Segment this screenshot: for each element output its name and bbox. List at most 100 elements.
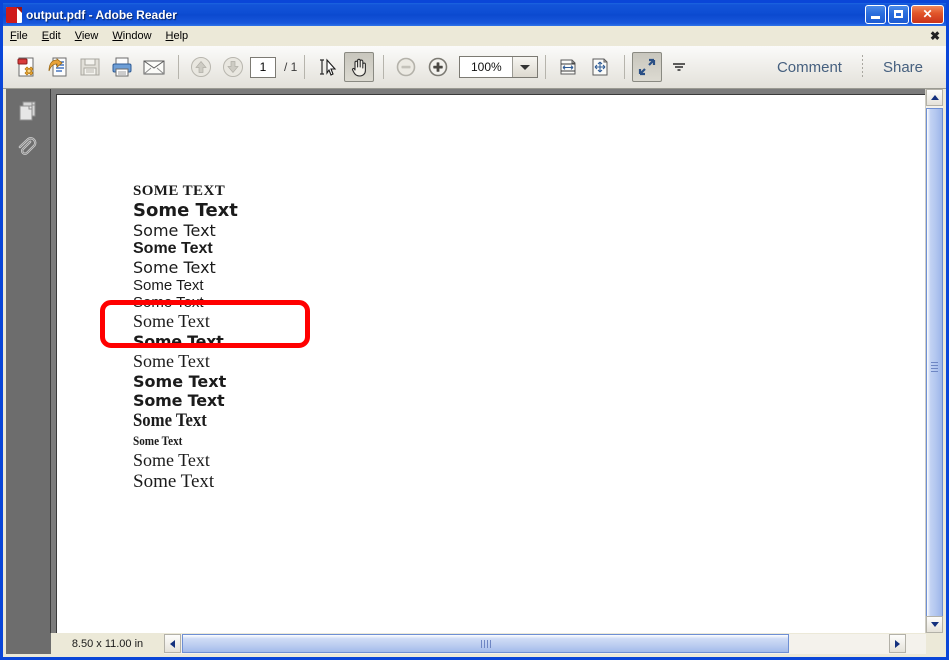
document-viewer[interactable]: SOME TEXT Some Text Some Text Some Text …: [51, 89, 926, 633]
window-title: output.pdf - Adobe Reader: [26, 8, 177, 22]
document-line: Some Text: [133, 332, 916, 351]
toolbar-separator: [624, 55, 625, 79]
toolbar-separator: [383, 55, 384, 79]
menu-window[interactable]: Window: [105, 28, 158, 44]
document-line: Some Text: [133, 294, 916, 311]
fit-width-icon: [557, 56, 579, 78]
vertical-scrollbar[interactable]: [925, 89, 943, 633]
horizontal-scroll-thumb[interactable]: [182, 634, 789, 653]
page-number-input[interactable]: 1: [250, 57, 276, 78]
scrollbar-grip: [481, 640, 491, 648]
document-line: Some Text: [133, 258, 916, 277]
document-line: Some Text: [133, 221, 916, 240]
page-total-label: / 1: [284, 60, 297, 74]
document-line-text: Some Text: [133, 433, 182, 449]
scrollbar-grip: [931, 360, 938, 374]
zoom-in-button[interactable]: [423, 52, 453, 82]
page-size-label: 8.50 x 11.00 in: [51, 634, 164, 654]
arrow-down-circle-icon: [222, 56, 244, 78]
document-line: SOME TEXT: [133, 183, 916, 200]
zoom-level-value[interactable]: 100%: [460, 57, 512, 77]
save-button[interactable]: [75, 52, 105, 82]
scroll-up-button[interactable]: [926, 89, 943, 106]
document-line: Some Text: [133, 410, 916, 432]
status-bar: [6, 633, 51, 654]
envelope-icon: [142, 55, 166, 79]
printer-icon: [110, 55, 134, 79]
zoom-dropdown-button[interactable]: [512, 57, 537, 77]
triangle-left-icon: [170, 640, 175, 648]
close-document-icon[interactable]: ✖: [930, 29, 940, 43]
select-tool-button[interactable]: [312, 52, 342, 82]
create-pdf-icon: [14, 55, 38, 79]
fit-page-icon: [589, 56, 611, 78]
page-thumbnails-icon: [15, 98, 41, 124]
navigation-pane: [6, 89, 51, 633]
menu-help[interactable]: Help: [159, 28, 196, 44]
hand-tool-button[interactable]: [344, 52, 374, 82]
pdf-document-icon: [6, 7, 22, 23]
read-mode-button[interactable]: [632, 52, 662, 82]
plus-circle-icon: [427, 56, 449, 78]
paperclip-icon: [15, 136, 41, 162]
zoom-combobox[interactable]: 100%: [459, 56, 538, 78]
print-button[interactable]: [107, 52, 137, 82]
previous-page-button[interactable]: [186, 52, 216, 82]
chevron-down-small-icon: [672, 62, 686, 72]
email-button[interactable]: [139, 52, 169, 82]
menu-view[interactable]: View: [68, 28, 106, 44]
main-area: SOME TEXT Some Text Some Text Some Text …: [6, 89, 943, 654]
tools-dropdown-button[interactable]: [664, 52, 694, 82]
pdf-page: SOME TEXT Some Text Some Text Some Text …: [57, 95, 926, 633]
triangle-up-icon: [931, 95, 939, 100]
menu-bar: File Edit View Window Help ✖: [3, 26, 946, 46]
arrow-up-circle-icon: [190, 56, 212, 78]
floppy-disk-icon: [78, 55, 102, 79]
document-line: Some Text: [133, 391, 916, 410]
zoom-out-button[interactable]: [391, 52, 421, 82]
chevron-down-icon: [520, 65, 530, 70]
hand-icon: [348, 56, 370, 78]
adobe-reader-window: output.pdf - Adobe Reader ✕ File Edit Vi…: [0, 0, 949, 660]
fit-width-button[interactable]: [553, 52, 583, 82]
fit-page-button[interactable]: [585, 52, 615, 82]
document-line: Some Text: [133, 351, 916, 372]
comment-panel-button[interactable]: Comment: [764, 59, 855, 76]
triangle-down-icon: [931, 622, 939, 627]
vertical-scroll-thumb[interactable]: [926, 108, 943, 626]
scroll-left-button[interactable]: [164, 634, 181, 653]
document-text-block: SOME TEXT Some Text Some Text Some Text …: [133, 183, 916, 493]
maximize-button[interactable]: [888, 5, 909, 24]
scroll-down-button[interactable]: [926, 616, 943, 633]
horizontal-scrollbar[interactable]: [51, 634, 926, 654]
document-line: Some Text: [133, 240, 916, 258]
create-pdf-button[interactable]: [11, 52, 41, 82]
menu-file[interactable]: File: [3, 28, 35, 44]
document-line-text: Some Text: [133, 410, 207, 432]
window-controls: ✕: [865, 5, 944, 24]
attachments-button[interactable]: [12, 133, 44, 165]
share-panel-button[interactable]: Share: [870, 59, 936, 76]
document-line: Some Text: [133, 450, 916, 471]
close-icon: ✕: [912, 6, 943, 23]
minus-circle-icon: [395, 56, 417, 78]
minimize-icon: [871, 16, 880, 19]
menu-edit[interactable]: Edit: [35, 28, 68, 44]
document-line: Some Text: [133, 372, 916, 391]
scroll-right-button[interactable]: [889, 634, 906, 653]
title-bar: output.pdf - Adobe Reader ✕: [3, 3, 946, 26]
toolbar-right-group: Comment Share: [764, 55, 946, 79]
close-button[interactable]: ✕: [911, 5, 944, 24]
triangle-right-icon: [895, 640, 900, 648]
document-line: Some Text: [133, 471, 916, 493]
text-select-cursor-icon: [316, 56, 338, 78]
page-thumbnails-button[interactable]: [12, 95, 44, 127]
toolbar-separator: [178, 55, 179, 79]
minimize-button[interactable]: [865, 5, 886, 24]
toolbar-separator: [862, 55, 863, 79]
toolbar-separator: [545, 55, 546, 79]
next-page-button[interactable]: [218, 52, 248, 82]
toolbar: 1 / 1: [3, 46, 946, 89]
export-pdf-button[interactable]: [43, 52, 73, 82]
document-line: Some Text: [133, 200, 916, 221]
